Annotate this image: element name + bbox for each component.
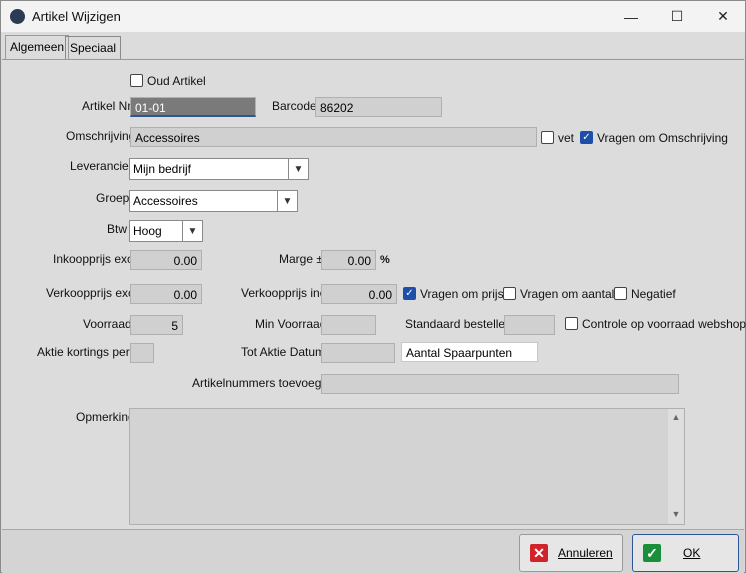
tot-aktie-datum-label: Tot Aktie Datum xyxy=(241,345,326,359)
ok-label: OK xyxy=(683,546,701,560)
artikelnummers-field[interactable] xyxy=(321,374,679,394)
verkoopprijs-incl-label: Verkoopprijs incl xyxy=(241,286,329,300)
negatief-label: Negatief xyxy=(631,287,676,301)
aktie-kortings-field[interactable] xyxy=(130,343,154,363)
barcode-field[interactable]: 86202 xyxy=(315,97,442,117)
ok-button[interactable]: ✓ OK xyxy=(632,534,739,572)
vragen-aantal-checkbox[interactable] xyxy=(503,287,516,300)
leverancier-label: Leverancier xyxy=(70,159,133,173)
vragen-aantal-label: Vragen om aantal xyxy=(520,287,615,301)
inkoopprijs-label: Inkoopprijs excl xyxy=(53,252,136,266)
oud-artikel-checkbox[interactable] xyxy=(130,74,143,87)
tab-algemeen[interactable]: Algemeen xyxy=(5,35,70,60)
voorraad-label: Voorraad xyxy=(83,317,132,331)
groep-label: Groep xyxy=(96,191,130,205)
close-button[interactable]: ✕ xyxy=(700,1,746,32)
leverancier-value: Mijn bedrijf xyxy=(133,162,192,176)
oud-artikel-label: Oud Artikel xyxy=(147,74,206,88)
cancel-x-icon: ✕ xyxy=(530,544,548,562)
chevron-down-icon: ▼ xyxy=(182,221,202,241)
groep-value: Accessoires xyxy=(133,194,198,208)
btw-value: Hoog xyxy=(133,224,162,238)
tot-aktie-datum-field[interactable] xyxy=(321,343,395,363)
groep-select[interactable]: Accessoires ▼ xyxy=(129,190,298,212)
title-bar: Artikel Wijzigen — ☐ ✕ xyxy=(1,1,745,32)
chevron-down-icon: ▼ xyxy=(277,191,297,211)
artikel-nr-label: Artikel Nr xyxy=(82,99,132,113)
dialog-window: Artikel Wijzigen — ☐ ✕ Algemeen Speciaal… xyxy=(0,0,746,573)
marge-label: Marge ± xyxy=(279,252,323,266)
marge-field[interactable]: 0.00 xyxy=(321,250,376,270)
barcode-label: Barcode xyxy=(272,99,317,113)
aktie-kortings-label: Aktie kortings perc xyxy=(37,345,136,359)
negatief-checkbox[interactable] xyxy=(614,287,627,300)
artikel-nr-field[interactable]: 01-01 xyxy=(130,97,256,117)
close-icon: ✕ xyxy=(717,8,729,24)
verkoopprijs-excl-label: Verkoopprijs excl xyxy=(46,286,137,300)
verkoopprijs-incl-field[interactable]: 0.00 xyxy=(321,284,397,304)
window-title: Artikel Wijzigen xyxy=(32,9,121,24)
standaard-bestellen-label: Standaard bestellen xyxy=(405,317,512,331)
verkoopprijs-excl-field[interactable]: 0.00 xyxy=(130,284,202,304)
standaard-bestellen-field[interactable] xyxy=(504,315,555,335)
annuleren-label: Annuleren xyxy=(558,546,613,560)
vragen-omschrijving-label: Vragen om Omschrijving xyxy=(597,131,728,145)
btw-select[interactable]: Hoog ▼ xyxy=(129,220,203,242)
scroll-down-icon[interactable]: ▼ xyxy=(668,509,684,523)
btw-label: Btw xyxy=(107,222,128,236)
omschrijving-field[interactable]: Accessoires xyxy=(130,127,537,147)
min-voorraad-field[interactable] xyxy=(321,315,376,335)
vragen-omschrijving-checkbox[interactable]: ✓ xyxy=(580,131,593,144)
leverancier-select[interactable]: Mijn bedrijf ▼ xyxy=(129,158,309,180)
vet-label: vet xyxy=(558,131,575,145)
app-logo-icon xyxy=(10,9,25,24)
vragen-prijs-label: Vragen om prijs xyxy=(420,287,504,301)
scroll-up-icon[interactable]: ▲ xyxy=(668,412,684,426)
artikelnummers-label: Artikelnummers toevoegen xyxy=(192,376,335,390)
minimize-button[interactable]: — xyxy=(608,1,654,32)
maximize-button[interactable]: ☐ xyxy=(654,1,700,32)
check-icon: ✓ xyxy=(643,544,661,562)
tab-speciaal[interactable]: Speciaal xyxy=(65,36,122,59)
annuleren-button[interactable]: ✕ Annuleren xyxy=(519,534,623,572)
controle-voorraad-label: Controle op voorraad webshop xyxy=(582,317,746,331)
voorraad-field[interactable]: 5 xyxy=(130,315,183,335)
minimize-icon: — xyxy=(624,8,638,25)
omschrijving-label: Omschrijving xyxy=(66,129,136,143)
aantal-spaarpunten-field[interactable]: Aantal Spaarpunten xyxy=(401,342,538,362)
min-voorraad-label: Min Voorraad xyxy=(255,317,327,331)
chevron-down-icon: ▼ xyxy=(288,159,308,179)
vragen-prijs-checkbox[interactable]: ✓ xyxy=(403,287,416,300)
controle-voorraad-checkbox[interactable] xyxy=(565,317,578,330)
percent-label: % xyxy=(380,254,390,266)
opmerking-textarea[interactable]: ▲ ▼ xyxy=(129,408,685,525)
opmerking-scrollbar[interactable]: ▲ ▼ xyxy=(668,409,684,524)
vet-checkbox[interactable] xyxy=(541,131,554,144)
inkoopprijs-field[interactable]: 0.00 xyxy=(130,250,202,270)
maximize-icon: ☐ xyxy=(670,8,684,24)
opmerking-label: Opmerking xyxy=(76,410,135,424)
